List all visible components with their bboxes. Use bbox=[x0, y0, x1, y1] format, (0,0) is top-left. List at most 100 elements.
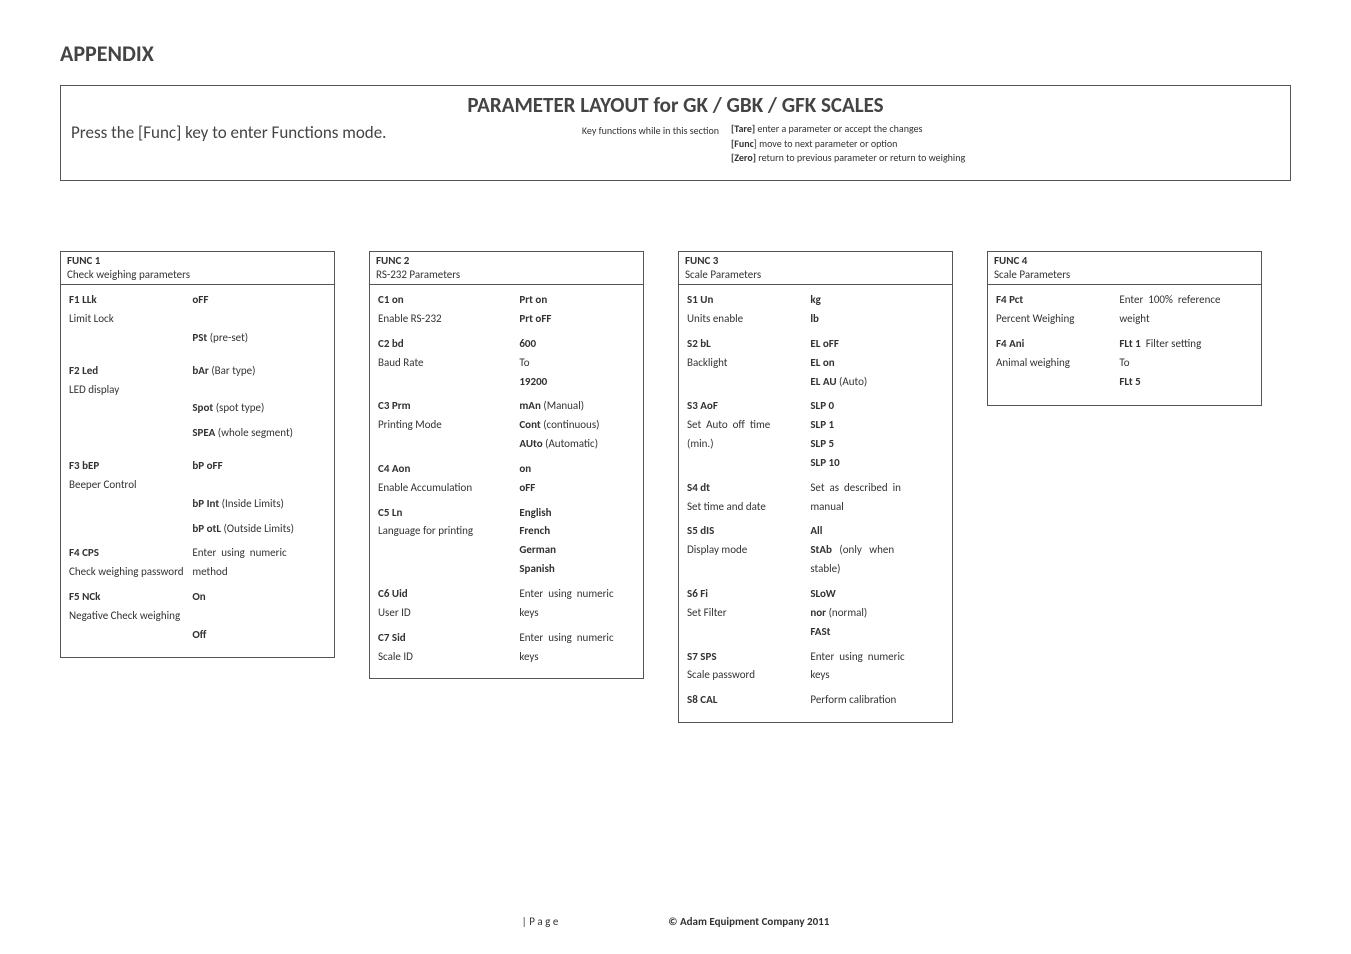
c3-label: C3 Prm bbox=[378, 399, 411, 412]
f5-desc: Negative Check weighing bbox=[69, 609, 192, 624]
s1-label: S1 Un bbox=[687, 293, 713, 306]
s4-val: Set as described in bbox=[810, 481, 944, 496]
banner-box: PARAMETER LAYOUT for GK / GBK / GFK SCAL… bbox=[60, 85, 1291, 181]
s4-label: S4 dt bbox=[687, 481, 710, 494]
func4-sub: Scale Parameters bbox=[994, 268, 1255, 283]
s8-label: S8 CAL bbox=[687, 693, 717, 706]
footer: | P a g e © Adam Equipment Company 2011 bbox=[0, 915, 1351, 928]
f4ani-desc: Animal weighing bbox=[996, 356, 1070, 369]
panel-func4: FUNC 4 Scale Parameters F4 Pct Enter 100… bbox=[987, 251, 1262, 407]
banner-press-line: Press the [Func] key to enter Functions … bbox=[71, 122, 411, 144]
s3-slp1: SLP 1 bbox=[810, 418, 834, 431]
footer-copyright: © Adam Equipment Company 2011 bbox=[668, 915, 829, 928]
func3-sub: Scale Parameters bbox=[685, 268, 946, 283]
c2-label: C2 bd bbox=[378, 337, 404, 350]
c5-es: Spanish bbox=[519, 562, 554, 575]
c2-to: To bbox=[519, 356, 529, 369]
c5-fr: French bbox=[519, 524, 550, 537]
c6-val: Enter using numeric bbox=[519, 587, 635, 602]
c4-label: C4 Aon bbox=[378, 462, 410, 475]
c1-off: Prt oFF bbox=[519, 312, 551, 325]
f3-label: F3 bEP bbox=[69, 459, 99, 472]
s2-label: S2 bL bbox=[687, 337, 711, 350]
s2-off: EL oFF bbox=[810, 337, 839, 350]
func3-head: FUNC 3 bbox=[685, 254, 718, 267]
c7-val: Enter using numeric bbox=[519, 631, 635, 646]
s5-label: S5 dIS bbox=[687, 524, 714, 537]
panel-func2-head: FUNC 2 RS-232 Parameters bbox=[370, 252, 643, 286]
s7-label: S7 SPS bbox=[687, 650, 717, 663]
f4ani-flt5: FLt 5 bbox=[1119, 375, 1140, 388]
f3-desc: Beeper Control bbox=[69, 478, 137, 491]
footer-page: | P a g e bbox=[522, 915, 559, 928]
s5-desc: Display mode bbox=[687, 543, 747, 556]
s4-desc: Set time and date bbox=[687, 500, 766, 513]
f4-label: F4 CPS bbox=[69, 546, 99, 559]
c7-label: C7 Sid bbox=[378, 631, 406, 644]
f4pct-val: Enter 100% reference bbox=[1119, 293, 1253, 308]
f4ani-label: F4 Ani bbox=[996, 337, 1024, 350]
f4pct-desc: Percent Weighing bbox=[996, 312, 1074, 325]
s6-desc: Set Filter bbox=[687, 606, 727, 619]
c1-desc: Enable RS-232 bbox=[378, 312, 442, 325]
c2-19200: 19200 bbox=[519, 375, 547, 388]
s7-desc: Scale password bbox=[687, 668, 755, 681]
panel-func3: FUNC 3 Scale Parameters S1 Un kg Units e… bbox=[678, 251, 953, 724]
c4-desc: Enable Accumulation bbox=[378, 481, 472, 494]
s2-desc: Backlight bbox=[687, 356, 728, 369]
s2-on: EL on bbox=[810, 356, 834, 369]
panel-func2: FUNC 2 RS-232 Parameters C1 on Prt on En… bbox=[369, 251, 644, 680]
c3-desc: Printing Mode bbox=[378, 418, 442, 431]
panel-func4-head: FUNC 4 Scale Parameters bbox=[988, 252, 1261, 286]
f4ani-to: To bbox=[1119, 356, 1129, 369]
s7-val: Enter using numeric bbox=[810, 650, 944, 665]
s1-desc: Units enable bbox=[687, 312, 743, 325]
banner-hints: [Tare] enter a parameter or accept the c… bbox=[731, 122, 1280, 166]
appendix-heading: APPENDIX bbox=[60, 40, 1291, 67]
s8-val: Perform calibration bbox=[810, 693, 896, 706]
func1-sub: Check weighing parameters bbox=[67, 268, 328, 283]
c1-on: Prt on bbox=[519, 293, 547, 306]
f1-desc: Limit Lock bbox=[69, 312, 114, 325]
f1-off: oFF bbox=[192, 293, 208, 306]
func2-sub: RS-232 Parameters bbox=[376, 268, 637, 283]
panel-func1-head: FUNC 1 Check weighing parameters bbox=[61, 252, 334, 286]
f3-bpoff: bP oFF bbox=[192, 459, 222, 472]
f4-desc: Check weighing password bbox=[69, 565, 192, 580]
c5-desc: Language for printing bbox=[378, 524, 473, 537]
c5-en: English bbox=[519, 506, 551, 519]
c2-desc: Baud Rate bbox=[378, 356, 423, 369]
s6-label: S6 Fi bbox=[687, 587, 708, 600]
hint-func: [Func] move to next parameter or option bbox=[731, 137, 1280, 152]
s3-label: S3 AoF bbox=[687, 399, 718, 412]
func4-head: FUNC 4 bbox=[994, 254, 1027, 267]
panel-func1: FUNC 1 Check weighing parameters F1 LLk … bbox=[60, 251, 335, 658]
c5-label: C5 Ln bbox=[378, 506, 402, 519]
f5-off: Off bbox=[192, 628, 206, 641]
s6-slow: SLoW bbox=[810, 587, 835, 600]
c5-de: German bbox=[519, 543, 556, 556]
func2-head: FUNC 2 bbox=[376, 254, 409, 267]
c7-desc: Scale ID bbox=[378, 650, 413, 663]
f4-val: Enter using numeric bbox=[192, 546, 326, 561]
s3-slp10: SLP 10 bbox=[810, 456, 839, 469]
hint-tare: [Tare] enter a parameter or accept the c… bbox=[731, 122, 1280, 137]
f1-label: F1 LLk bbox=[69, 293, 97, 306]
banner-keyfn-label: Key functions while in this section bbox=[411, 122, 731, 137]
panel-func3-head: FUNC 3 Scale Parameters bbox=[679, 252, 952, 286]
c2-600: 600 bbox=[519, 337, 536, 350]
f5-on: On bbox=[192, 590, 205, 603]
func1-head: FUNC 1 bbox=[67, 254, 100, 267]
f5-label: F5 NCk bbox=[69, 590, 100, 603]
banner-title: PARAMETER LAYOUT for GK / GBK / GFK SCAL… bbox=[71, 92, 1280, 118]
s1-kg: kg bbox=[810, 293, 821, 306]
f2-label: F2 Led bbox=[69, 364, 98, 377]
s1-lb: lb bbox=[810, 312, 819, 325]
s6-fast: FASt bbox=[810, 625, 830, 638]
s3-desc: Set Auto off time bbox=[687, 418, 810, 433]
s3-slp0: SLP 0 bbox=[810, 399, 834, 412]
f2-desc: LED display bbox=[69, 383, 119, 396]
s3-slp5: SLP 5 bbox=[810, 437, 834, 450]
hint-zero: [Zero] return to previous parameter or r… bbox=[731, 151, 1280, 166]
c4-on: on bbox=[519, 462, 531, 475]
